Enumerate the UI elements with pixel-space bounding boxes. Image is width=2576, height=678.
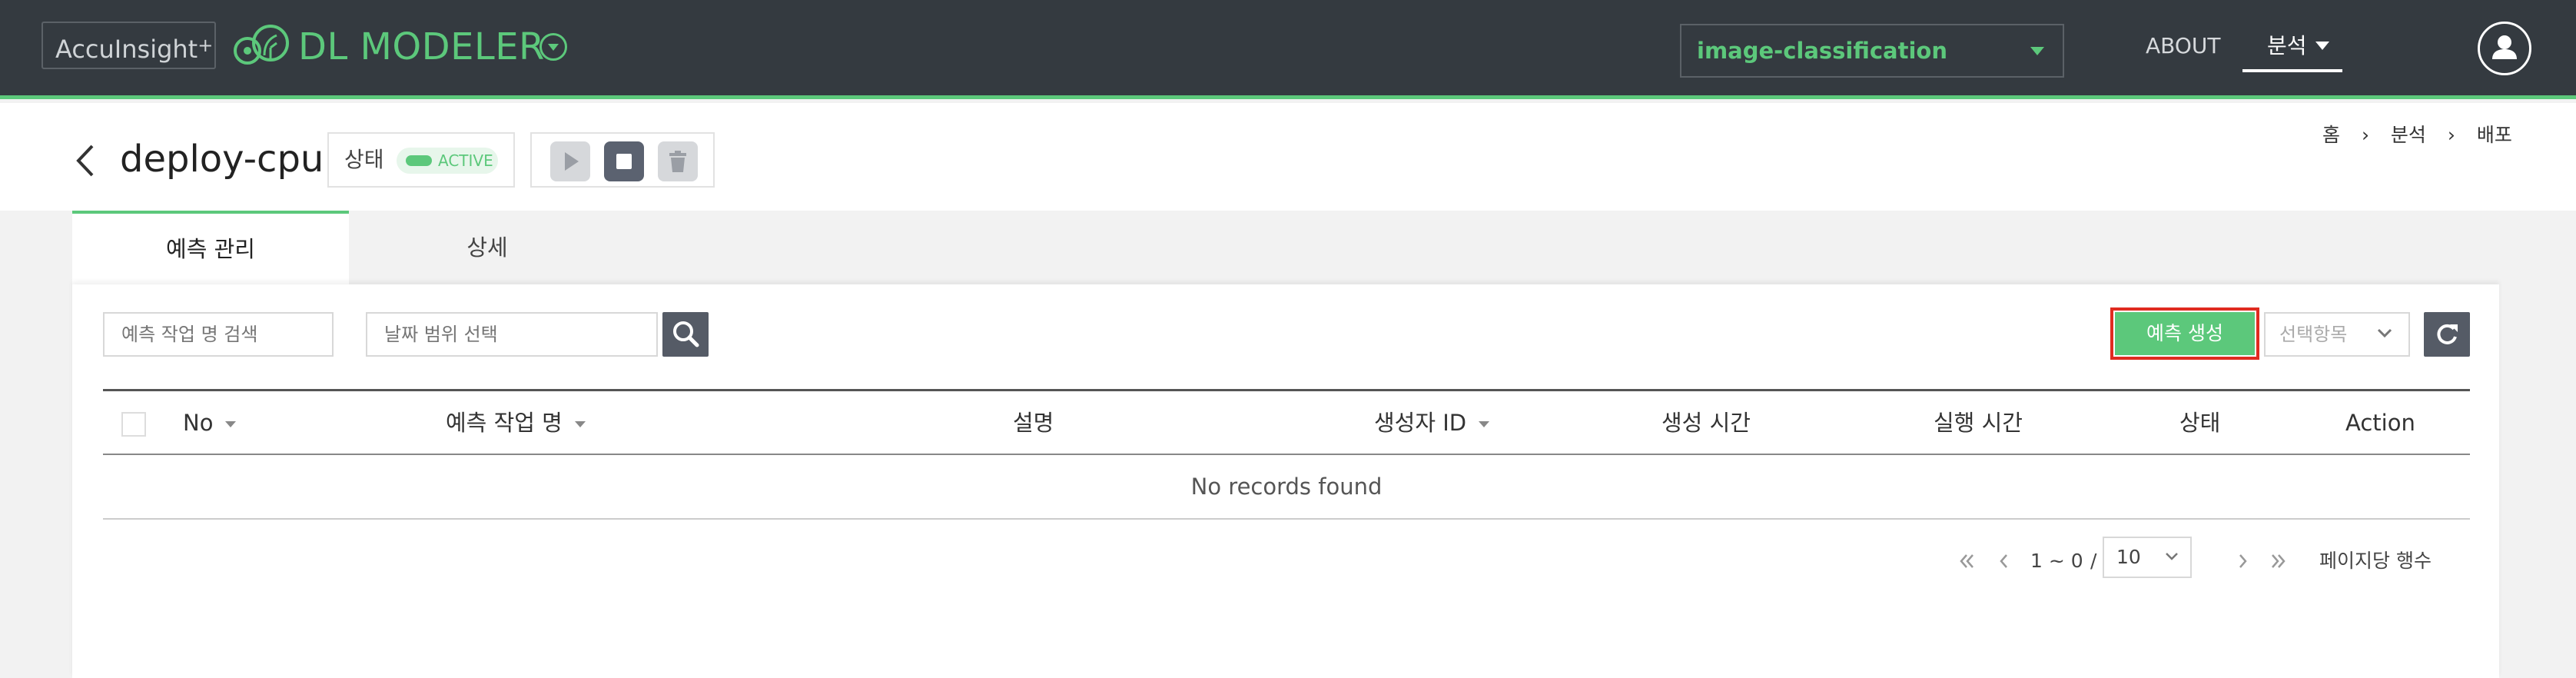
chevron-right-icon: › bbox=[2447, 124, 2455, 146]
column-header-no-label: No bbox=[183, 410, 214, 436]
nav-about-link[interactable]: ABOUT bbox=[2146, 29, 2221, 63]
column-select-placeholder: 선택항목 bbox=[2279, 324, 2348, 345]
prediction-panel: 예측 생성 선택항목 No 예측 작업 명 설명 생성자 ID 생성 시간 실행… bbox=[72, 284, 2499, 678]
column-header-description: 설명 bbox=[1013, 410, 1054, 436]
project-select[interactable]: image-classification bbox=[1680, 24, 2064, 78]
last-page-icon[interactable] bbox=[2267, 550, 2289, 572]
create-prediction-label: 예측 생성 bbox=[2115, 312, 2255, 355]
column-header-created-time: 생성 시간 bbox=[1661, 410, 1751, 436]
column-header-status: 상태 bbox=[2179, 410, 2221, 436]
search-input[interactable] bbox=[103, 312, 334, 357]
table-header: No 예측 작업 명 설명 생성자 ID 생성 시간 실행 시간 상태 Acti… bbox=[103, 389, 2470, 455]
table-body: No records found bbox=[103, 455, 2470, 520]
search-icon bbox=[673, 321, 699, 347]
column-header-creator-id[interactable]: 생성자 ID bbox=[1374, 391, 1490, 454]
play-icon bbox=[565, 152, 579, 171]
tab-prediction-management[interactable]: 예측 관리 bbox=[72, 211, 349, 284]
start-button[interactable] bbox=[550, 141, 590, 181]
nav-analysis-label: 분석 bbox=[2267, 33, 2307, 58]
user-avatar-button[interactable] bbox=[2478, 22, 2531, 75]
refresh-button[interactable] bbox=[2424, 312, 2470, 357]
app-menu-chevron-icon[interactable] bbox=[539, 33, 567, 61]
tab-detail[interactable]: 상세 bbox=[349, 211, 626, 284]
page-header: deploy-cpu 상태 ACTIVE 홈 › 분석 › 배포 bbox=[0, 103, 2576, 211]
caret-down-icon bbox=[2030, 47, 2044, 55]
brand-logo[interactable]: AccuInsight+ bbox=[41, 22, 216, 69]
column-select[interactable]: 선택항목 bbox=[2264, 312, 2410, 357]
status-indicator: 상태 ACTIVE bbox=[327, 132, 515, 188]
brand-plus: + bbox=[198, 35, 214, 56]
chevron-right-icon: › bbox=[2361, 124, 2369, 146]
create-prediction-button[interactable]: 예측 생성 bbox=[2110, 307, 2259, 360]
sort-caret-icon bbox=[225, 421, 237, 427]
first-page-icon[interactable] bbox=[1957, 550, 1978, 572]
column-header-creator-id-label: 생성자 ID bbox=[1374, 410, 1467, 436]
deployment-controls bbox=[530, 132, 715, 188]
dl-modeler-logo-icon bbox=[234, 25, 289, 65]
nav-analysis-menu[interactable]: 분석 bbox=[2242, 26, 2342, 72]
refresh-icon bbox=[2437, 324, 2458, 344]
breadcrumb-deploy: 배포 bbox=[2476, 124, 2512, 146]
status-value: ACTIVE bbox=[438, 151, 493, 170]
project-select-value: image-classification bbox=[1697, 38, 1947, 64]
app-title: DL MODELER bbox=[298, 25, 545, 68]
rows-per-page-value: 10 bbox=[2116, 546, 2141, 568]
column-header-job-name-label: 예측 작업 명 bbox=[446, 410, 563, 436]
breadcrumb-home[interactable]: 홈 bbox=[2322, 120, 2340, 151]
caret-down-icon bbox=[2315, 42, 2329, 50]
rows-per-page-label: 페이지당 행수 bbox=[2319, 550, 2432, 572]
page-title: deploy-cpu bbox=[120, 138, 324, 181]
search-button[interactable] bbox=[662, 312, 709, 357]
rows-per-page-select[interactable]: 10 bbox=[2103, 537, 2192, 578]
breadcrumb-analysis[interactable]: 분석 bbox=[2391, 120, 2426, 151]
sort-caret-icon bbox=[574, 421, 586, 427]
brand-name: AccuInsight bbox=[55, 35, 198, 64]
stop-button[interactable] bbox=[604, 141, 644, 181]
status-badge: ACTIVE bbox=[397, 148, 498, 174]
top-navigation-bar: AccuInsight+ DL MODELER image-classifica… bbox=[0, 0, 2576, 99]
delete-button[interactable] bbox=[658, 141, 698, 181]
chevron-down-icon bbox=[2166, 553, 2178, 560]
stop-icon bbox=[616, 154, 632, 169]
chevron-down-icon bbox=[2377, 328, 2392, 338]
column-header-action: Action bbox=[2345, 410, 2415, 436]
trash-icon bbox=[669, 151, 686, 172]
pagination: 1 ~ 0 / 0 페이지당 행수 bbox=[1957, 540, 2471, 583]
page-separator: / bbox=[2090, 550, 2097, 572]
user-icon bbox=[2492, 35, 2517, 59]
breadcrumb: 홈 › 분석 › 배포 bbox=[2322, 120, 2512, 151]
status-toggle-icon bbox=[406, 155, 432, 166]
column-header-no[interactable]: No bbox=[183, 391, 237, 454]
select-all-checkbox[interactable] bbox=[121, 412, 146, 437]
column-header-run-time: 실행 시간 bbox=[1934, 410, 2023, 436]
date-range-input[interactable] bbox=[366, 312, 658, 357]
page-range: 1 ~ 0 bbox=[2030, 550, 2083, 572]
status-label: 상태 bbox=[344, 147, 384, 172]
next-page-icon[interactable] bbox=[2232, 550, 2253, 572]
empty-table-message: No records found bbox=[1190, 474, 1383, 500]
back-arrow-icon[interactable] bbox=[74, 141, 97, 180]
tab-bar: 예측 관리 상세 bbox=[0, 211, 2576, 284]
column-header-job-name[interactable]: 예측 작업 명 bbox=[446, 391, 586, 454]
prediction-table: No 예측 작업 명 설명 생성자 ID 생성 시간 실행 시간 상태 Acti… bbox=[103, 389, 2470, 520]
prev-page-icon[interactable] bbox=[1993, 550, 2015, 572]
sort-caret-icon bbox=[1479, 421, 1490, 427]
